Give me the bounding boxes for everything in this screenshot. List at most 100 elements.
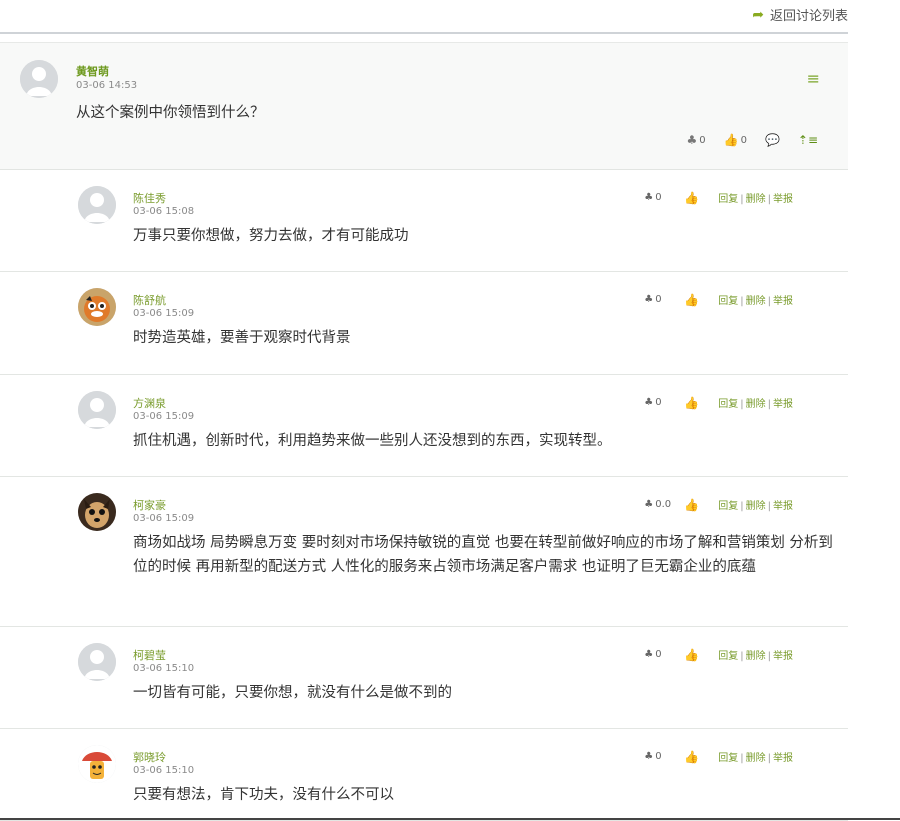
separator: |	[740, 194, 744, 205]
avatar	[78, 391, 116, 429]
like-button[interactable]: 👍 0	[724, 133, 747, 147]
comment-button[interactable]: 💬	[765, 133, 780, 147]
back-to-list-link[interactable]: ➦ 返回讨论列表	[752, 5, 848, 25]
reply-link[interactable]: 回复	[718, 651, 738, 662]
separator: |	[740, 651, 744, 662]
star-icon: ♣	[644, 499, 654, 510]
star-button[interactable]: ♣ 0	[644, 294, 684, 305]
separator: |	[740, 501, 744, 512]
reply-links: 回复 | 删除 | 举报	[718, 749, 793, 764]
report-link[interactable]: 举报	[773, 194, 793, 205]
delete-link[interactable]: 删除	[746, 651, 766, 662]
delete-link[interactable]: 删除	[746, 296, 766, 307]
delete-link[interactable]: 删除	[746, 194, 766, 205]
report-link[interactable]: 举报	[773, 399, 793, 410]
star-icon: ♣	[686, 133, 698, 147]
reply-content: 只要有想法，肯下功夫，没有什么不可以	[133, 787, 394, 803]
report-link[interactable]: 举报	[773, 651, 793, 662]
back-label: 返回讨论列表	[769, 9, 848, 24]
menu-icon[interactable]: ≡	[807, 69, 820, 88]
avatar	[78, 186, 116, 224]
avatar	[78, 493, 116, 531]
star-button[interactable]: ♣ 0	[644, 397, 684, 408]
reply-link[interactable]: 回复	[718, 194, 738, 205]
reply-author[interactable]: 陈舒航	[133, 292, 166, 308]
delete-link[interactable]: 删除	[746, 501, 766, 512]
avatar	[78, 288, 116, 326]
separator: |	[767, 399, 771, 410]
avatar	[78, 745, 116, 783]
star-count: 0.0	[655, 499, 672, 510]
reply-content: 商场如战场 局势瞬息万变 要时刻对市场保持敏锐的直觉 也要在转型前做好响应的市场…	[133, 535, 833, 575]
sort-icon: ⇡≡	[797, 133, 818, 147]
reply-links: 回复 | 删除 | 举报	[718, 292, 793, 307]
separator: |	[740, 753, 744, 764]
reply-links: 回复 | 删除 | 举报	[718, 395, 793, 410]
reply-time: 03-06 15:10	[133, 765, 195, 776]
star-count: 0	[699, 134, 706, 146]
star-icon: ♣	[644, 294, 654, 305]
post-time: 03-06 14:53	[76, 80, 138, 91]
star-button[interactable]: ♣ 0.0	[644, 499, 684, 510]
reply-author[interactable]: 郭晓玲	[133, 749, 166, 765]
separator: |	[740, 296, 744, 307]
reply-author[interactable]: 柯家豪	[133, 497, 166, 513]
reply-time: 03-06 15:09	[133, 411, 195, 422]
reply-item: 陈舒航 03-06 15:09 时势造英雄，要善于观察时代背景 ♣ 0 👍 回复 | 删除 | 举报	[0, 272, 848, 375]
report-link[interactable]: 举报	[773, 296, 793, 307]
reply-item: 陈佳秀 03-06 15:08 万事只要你想做，努力去做，才有可能成功 ♣ 0 👍 回复 | 删…	[0, 170, 848, 272]
reply-content: 时势造英雄，要善于观察时代背景	[133, 330, 351, 346]
reply-author[interactable]: 陈佳秀	[133, 190, 166, 206]
thumbs-up-icon[interactable]: 👍	[684, 750, 718, 764]
reply-link[interactable]: 回复	[718, 296, 738, 307]
reply-link[interactable]: 回复	[718, 753, 738, 764]
star-count: 0	[655, 751, 662, 762]
thumbs-up-icon[interactable]: 👍	[684, 293, 718, 307]
delete-link[interactable]: 删除	[746, 399, 766, 410]
reply-link[interactable]: 回复	[718, 501, 738, 512]
arrow-icon: ➦	[752, 6, 764, 23]
like-count: 0	[740, 134, 747, 146]
post-actions: ♣ 0 👍 0 💬 ⇡≡	[686, 133, 818, 147]
reply-time: 03-06 15:10	[133, 663, 195, 674]
reply-content: 抓住机遇，创新时代，利用趋势来做一些别人还没想到的东西，实现转型。	[133, 433, 612, 449]
thumbs-up-icon[interactable]: 👍	[684, 191, 718, 205]
reply-actions: ♣ 0 👍 回复 | 删除 | 举报	[644, 190, 793, 206]
reply-author[interactable]: 方渊泉	[133, 395, 166, 411]
star-button[interactable]: ♣ 0	[686, 133, 705, 147]
thumbs-up-icon[interactable]: 👍	[684, 498, 718, 512]
star-button[interactable]: ♣ 0	[644, 192, 684, 203]
sort-button[interactable]: ⇡≡	[798, 133, 818, 147]
star-icon: ♣	[644, 397, 654, 408]
separator: |	[740, 399, 744, 410]
post-content: 从这个案例中你领悟到什么？	[76, 105, 265, 121]
star-count: 0	[655, 192, 662, 203]
separator: |	[767, 501, 771, 512]
star-button[interactable]: ♣ 0	[644, 751, 684, 762]
reply-content: 万事只要你想做，努力去做，才有可能成功	[133, 228, 409, 244]
post-author[interactable]: 黄智萌	[76, 63, 109, 79]
separator: |	[767, 651, 771, 662]
thumbs-up-icon[interactable]: 👍	[684, 396, 718, 410]
star-button[interactable]: ♣ 0	[644, 649, 684, 660]
thumbs-up-icon: 👍	[723, 133, 739, 147]
avatar	[20, 60, 58, 98]
star-count: 0	[655, 397, 662, 408]
top-bar: ➦ 返回讨论列表	[0, 0, 848, 34]
report-link[interactable]: 举报	[773, 501, 793, 512]
reply-actions: ♣ 0.0 👍 回复 | 删除 | 举报	[644, 497, 793, 513]
star-count: 0	[655, 649, 662, 660]
report-link[interactable]: 举报	[773, 753, 793, 764]
thumbs-up-icon[interactable]: 👍	[684, 648, 718, 662]
reply-actions: ♣ 0 👍 回复 | 删除 | 举报	[644, 749, 793, 765]
reply-time: 03-06 15:08	[133, 206, 195, 217]
star-icon: ♣	[644, 649, 654, 660]
reply-item: 柯家豪 03-06 15:09 商场如战场 局势瞬息万变 要时刻对市场保持敏锐的直觉…	[0, 477, 848, 627]
reply-link[interactable]: 回复	[718, 399, 738, 410]
comment-icon: 💬	[764, 133, 780, 147]
reply-author[interactable]: 柯碧莹	[133, 647, 166, 663]
reply-actions: ♣ 0 👍 回复 | 删除 | 举报	[644, 395, 793, 411]
reply-content: 一切皆有可能，只要你想，就没有什么是做不到的	[133, 685, 452, 701]
avatar	[78, 643, 116, 681]
delete-link[interactable]: 删除	[746, 753, 766, 764]
